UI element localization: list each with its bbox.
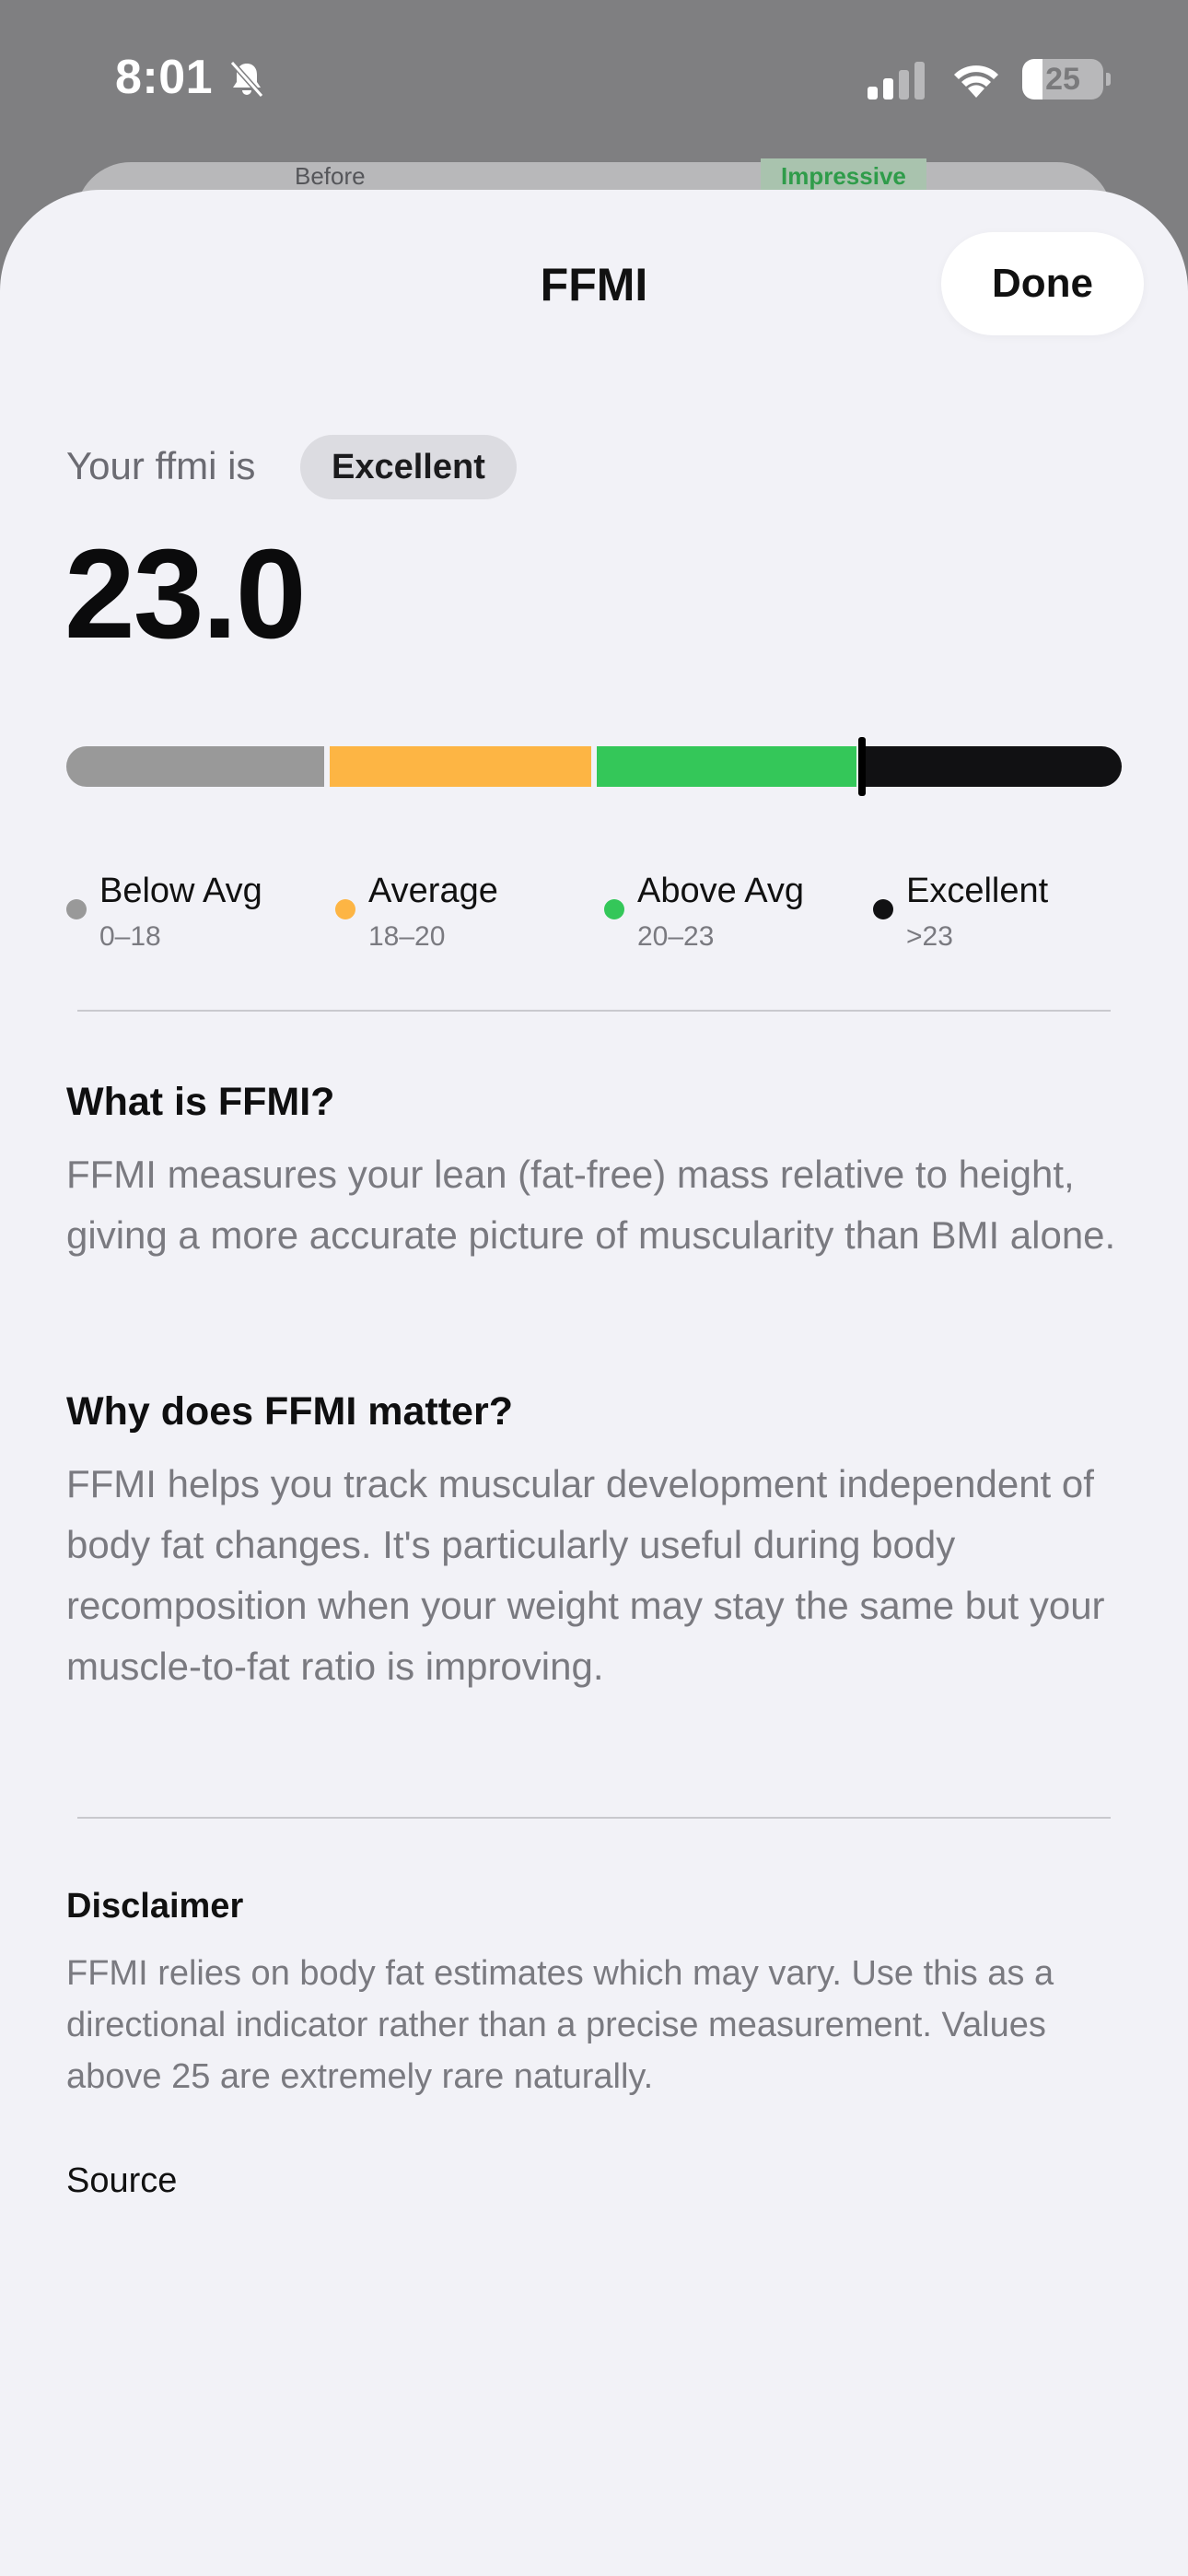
battery-body: 25 [1022,59,1103,100]
screen: 8:01 25 Before Impressive FFMI Done Your… [0,0,1188,2576]
legend-label: Above Avg [637,872,805,910]
battery-level: 25 [1045,62,1080,97]
ffmi-sheet: FFMI Done Your ffmi is Excellent 23.0 Be… [0,190,1188,2576]
bell-slash-icon [229,61,264,98]
ffmi-value: 23.0 [64,523,307,665]
scale-segment-above-avg [597,746,856,787]
legend-dot [604,899,624,919]
legend-range: 18–20 [368,921,446,952]
section-title-why: Why does FFMI matter? [66,1389,513,1434]
cellular-signal-icon [868,62,925,100]
disclaimer-body: FFMI relies on body fat estimates which … [66,1954,1054,2096]
disclaimer-title: Disclaimer [66,1887,244,1926]
scale-legend: Below Avg 0–18 Average 18–20 Above Avg 2… [66,868,1153,960]
status-bar: 8:01 25 [0,0,1188,157]
wifi-icon [954,65,998,98]
legend-range: >23 [906,921,953,952]
scale-segment-below-avg [66,746,324,787]
section-title-what: What is FFMI? [66,1080,335,1124]
battery-icon: 25 [1022,59,1111,100]
legend-dot [66,899,87,919]
legend-item-below-avg: Below Avg 0–18 [66,868,333,960]
battery-cap [1106,73,1111,86]
done-button[interactable]: Done [941,232,1144,335]
section-body-why: FFMI helps you track muscular developmen… [66,1462,1105,1688]
background-label-before: Before [295,162,366,190]
legend-dot [873,899,893,919]
legend-item-above-avg: Above Avg 20–23 [604,868,871,960]
scale-marker [858,737,866,796]
legend-range: 20–23 [637,921,715,952]
legend-item-excellent: Excellent >23 [873,868,1140,960]
legend-label: Average [368,872,498,910]
legend-dot [335,899,355,919]
divider [77,1010,1111,1012]
legend-range: 0–18 [99,921,161,952]
status-time: 8:01 [115,51,214,104]
legend-label: Excellent [906,872,1049,910]
rating-badge: Excellent [300,435,517,499]
divider [77,1817,1111,1819]
scale-segment-excellent [862,746,1122,787]
legend-item-average: Average 18–20 [335,868,602,960]
legend-label: Below Avg [99,872,262,910]
source-link[interactable]: Source [66,2161,177,2201]
scale-segment-average [330,746,591,787]
ffmi-scale-bar [66,737,1122,796]
metric-prefix: Your ffmi is [66,444,256,487]
section-body-what: FFMI measures your lean (fat-free) mass … [66,1153,1116,1257]
